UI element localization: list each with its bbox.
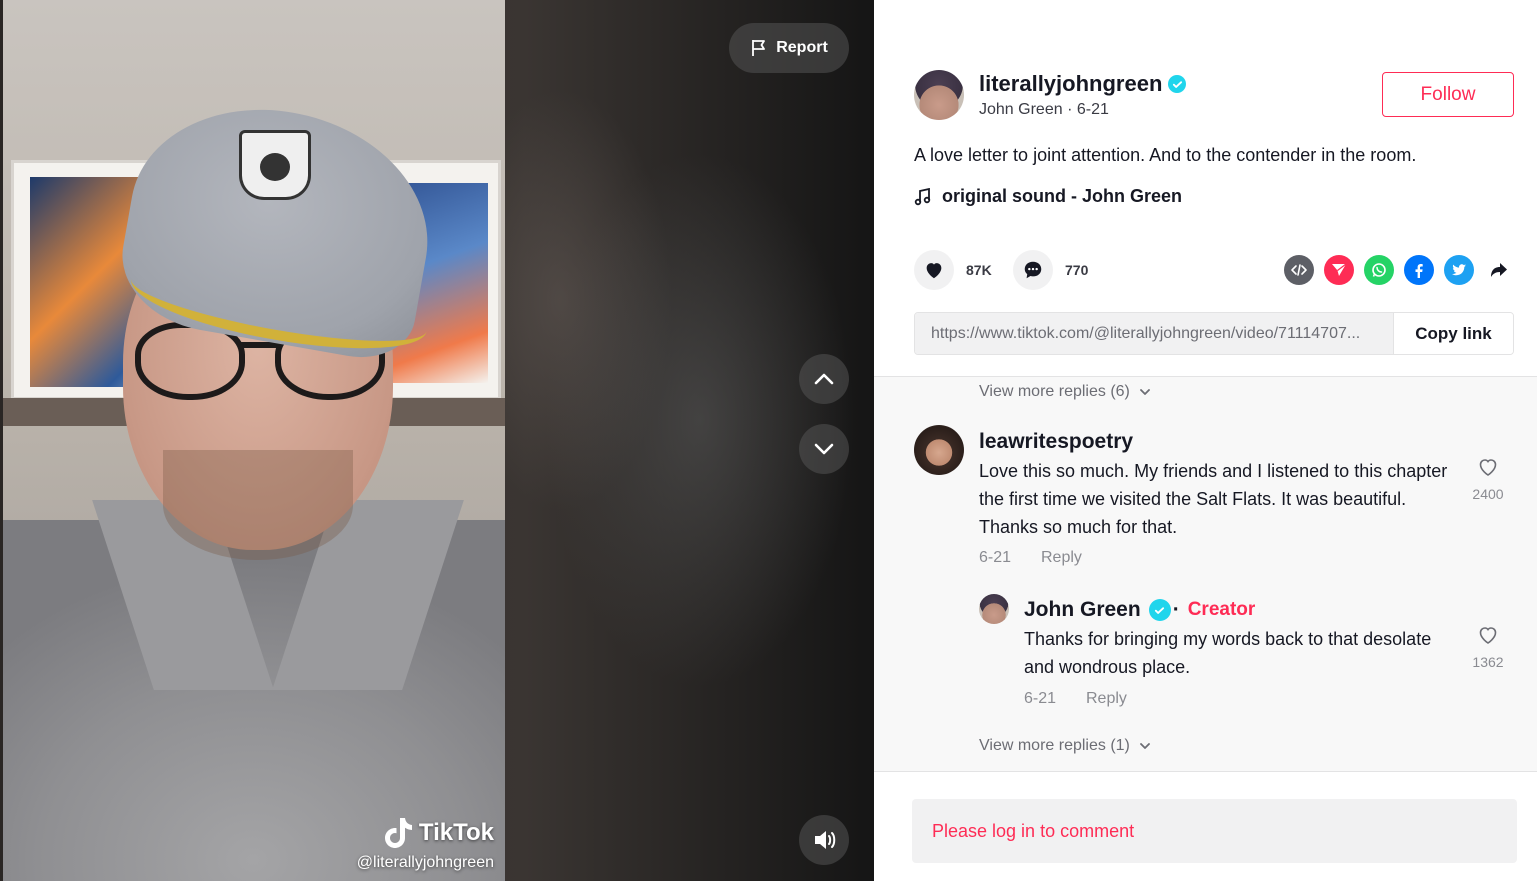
- commenter-avatar[interactable]: [914, 425, 964, 475]
- heart-outline-icon: [1479, 459, 1497, 476]
- speaker-icon: [815, 831, 836, 849]
- more-share-button[interactable]: [1484, 255, 1514, 285]
- verified-badge-icon: [1168, 75, 1187, 93]
- like-button[interactable]: [914, 250, 954, 290]
- reply-date: 6-21: [1024, 690, 1057, 707]
- comment-like-button[interactable]: 2400: [1458, 455, 1518, 502]
- comment-button[interactable]: [1013, 250, 1053, 290]
- reply-like-button[interactable]: 1362: [1458, 623, 1518, 670]
- reply-header: John Green · Creator: [1024, 598, 1255, 622]
- verified-badge-icon: [1148, 599, 1171, 621]
- previous-video-button[interactable]: [799, 354, 849, 404]
- comment-stat[interactable]: 770: [1013, 250, 1088, 290]
- whatsapp-icon: [1372, 263, 1386, 277]
- separator-dot: ·: [1172, 598, 1180, 621]
- cap-badge: [239, 130, 311, 200]
- facebook-share-button[interactable]: [1404, 255, 1434, 285]
- paper-plane-icon: [1332, 263, 1347, 276]
- send-to-friends-button[interactable]: [1324, 255, 1354, 285]
- embed-share-button[interactable]: [1284, 255, 1314, 285]
- report-label: Report: [776, 39, 828, 56]
- watermark-handle: @literallyjohngreen: [356, 854, 494, 871]
- video-frame[interactable]: [3, 0, 505, 881]
- tiktok-watermark: TikTok @literallyjohngreen: [338, 816, 494, 872]
- comment-bubble-icon: [1024, 261, 1042, 279]
- whatsapp-share-button[interactable]: [1364, 255, 1394, 285]
- share-arrow-icon: [1491, 263, 1507, 277]
- heart-icon: [926, 263, 942, 279]
- author-subline: John Green · 6-21: [979, 101, 1109, 119]
- reply-like-count: 1362: [1472, 654, 1504, 670]
- sound-link[interactable]: original sound - John Green: [914, 186, 1182, 207]
- login-to-comment-bar[interactable]: Please log in to comment: [912, 799, 1517, 863]
- reply-avatar[interactable]: [979, 594, 1009, 624]
- chevron-down-icon: [814, 443, 834, 455]
- comment-text: Love this so much. My friends and I list…: [979, 461, 1448, 537]
- author-handle[interactable]: literallyjohngreen: [979, 71, 1187, 97]
- share-link-box: https://www.tiktok.com/@literallyjohngre…: [914, 312, 1514, 355]
- music-note-icon: [914, 187, 931, 205]
- chevron-down-icon: [1139, 389, 1150, 395]
- author-separator: ·: [1067, 101, 1077, 118]
- code-embed-icon: [1291, 264, 1307, 276]
- tiktok-logo-icon: [384, 818, 412, 848]
- chevron-up-icon: [814, 373, 834, 385]
- copy-link-button[interactable]: Copy link: [1393, 313, 1513, 354]
- creator-badge: Creator: [1187, 599, 1256, 620]
- author-avatar[interactable]: [914, 70, 964, 120]
- reply-reply-button[interactable]: Reply: [1086, 690, 1127, 708]
- reply-text: Thanks for bringing my words back to tha…: [1024, 629, 1432, 677]
- author-post-date: 6-21: [1076, 101, 1109, 118]
- twitter-share-button[interactable]: [1444, 255, 1474, 285]
- author-name: John Green: [979, 101, 1063, 118]
- like-count: 87K: [966, 262, 992, 278]
- volume-button[interactable]: [799, 815, 849, 865]
- heart-outline-icon: [1479, 627, 1497, 644]
- video-url-field[interactable]: https://www.tiktok.com/@literallyjohngre…: [915, 313, 1393, 354]
- comment-date: 6-21: [979, 549, 1012, 566]
- comment-count: 770: [1065, 262, 1089, 278]
- video-caption: A love letter to joint attention. And to…: [914, 145, 1417, 165]
- view-more-replies-button[interactable]: View more replies (1): [979, 737, 1152, 755]
- twitter-bird-icon: [1452, 264, 1466, 276]
- follow-button[interactable]: Follow: [1382, 72, 1514, 117]
- video-player[interactable]: TikTok @literallyjohngreen Report: [0, 0, 874, 881]
- sound-title: original sound - John Green: [942, 186, 1183, 206]
- like-stat[interactable]: 87K: [914, 250, 992, 290]
- reply-username[interactable]: John Green: [1024, 598, 1141, 622]
- watermark-brand: TikTok: [418, 819, 494, 846]
- commenter-username[interactable]: leawritespoetry: [979, 430, 1133, 454]
- view-more-replies-label: View more replies (6): [979, 383, 1130, 400]
- side-panel: literallyjohngreen John Green · 6-21 Fol…: [874, 0, 1537, 881]
- chevron-down-icon: [1139, 743, 1150, 749]
- comment-like-count: 2400: [1472, 486, 1504, 502]
- author-handle-text: literallyjohngreen: [979, 71, 1163, 96]
- facebook-icon: [1415, 264, 1423, 278]
- report-button[interactable]: Report: [729, 23, 849, 73]
- tiktok-video-page: TikTok @literallyjohngreen Report litera…: [0, 0, 1537, 881]
- view-more-replies-label: View more replies (1): [979, 737, 1130, 754]
- comments-list[interactable]: View more replies (6) leawritespoetry Lo…: [874, 376, 1537, 772]
- next-video-button[interactable]: [799, 424, 849, 474]
- view-more-replies-button[interactable]: View more replies (6): [979, 383, 1152, 401]
- comment-reply-button[interactable]: Reply: [1041, 549, 1082, 567]
- flag-icon: [752, 40, 766, 56]
